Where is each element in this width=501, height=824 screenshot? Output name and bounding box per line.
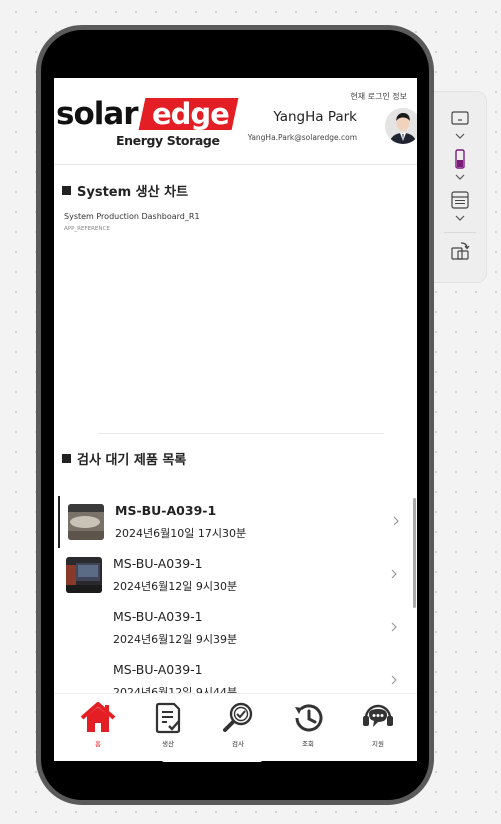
chevron-right-icon [391, 569, 397, 579]
magnifier-check-icon [223, 702, 253, 732]
nav-item-support[interactable]: 지원 [350, 702, 406, 754]
product-datetime: 2024년6월10일 17시30분 [115, 527, 247, 540]
chevron-down-icon[interactable] [454, 214, 466, 222]
nav-item-inspection[interactable]: 검사 [210, 702, 266, 754]
product-id: MS-BU-A039-1 [113, 556, 203, 571]
product-id: MS-BU-A039-1 [113, 609, 203, 624]
dashboard-title: System Production Dashboard_R1 [64, 212, 200, 221]
phone-frame: solar edge Energy Storage 현재 로그인 정보 Yang… [36, 25, 434, 805]
home-icon [80, 702, 116, 732]
list-item[interactable]: MS-BU-A039-1 2024년6월12일 9시39분 [58, 602, 405, 654]
nav-label: 검사 [232, 740, 244, 748]
section-divider [98, 433, 384, 434]
product-id: MS-BU-A039-1 [113, 662, 203, 677]
layout-list-icon[interactable] [449, 189, 471, 211]
chart-section-title: System 생산 차트 [62, 181, 188, 200]
nav-item-production[interactable]: 생산 [140, 702, 196, 754]
list-item[interactable]: MS-BU-A039-1 2024년6월12일 9시30분 [58, 549, 405, 601]
chevron-right-icon [391, 675, 397, 685]
clipboard-check-icon [155, 702, 181, 734]
product-thumbnail [68, 504, 104, 540]
logo-word-solar: solar [56, 96, 139, 132]
product-datetime: 2024년6월12일 9시30분 [113, 580, 238, 593]
app-header: solar edge Energy Storage 현재 로그인 정보 Yang… [54, 78, 417, 165]
nav-item-home[interactable]: 홈 [70, 702, 126, 754]
list-section-title: 검사 대기 제품 목록 [62, 449, 186, 468]
rotate-device-icon[interactable] [449, 240, 471, 262]
app-screen: solar edge Energy Storage 현재 로그인 정보 Yang… [54, 78, 417, 761]
product-datetime: 2024년6월12일 9시39분 [113, 633, 238, 646]
list-item[interactable]: MS-BU-A039-1 2024년6월10일 17시30분 [58, 496, 407, 548]
nav-label: 지원 [372, 740, 384, 748]
logo-word-edge: edge [138, 97, 239, 131]
tablet-landscape-icon[interactable] [449, 107, 471, 129]
nav-label: 조회 [302, 740, 314, 748]
toolbar-separator [444, 232, 476, 233]
user-name: YangHa Park [273, 109, 357, 125]
chevron-right-icon [393, 516, 399, 526]
dashboard-reference: APP_REFERENCE [64, 226, 110, 232]
avatar[interactable] [385, 108, 417, 144]
history-icon [295, 704, 323, 732]
bottom-navigation: 홈 생산 검사 조회 지원 [54, 693, 417, 761]
nav-label: 홈 [95, 740, 101, 748]
chevron-right-icon [391, 622, 397, 632]
list-scrollbar[interactable] [413, 498, 416, 608]
login-info-label: 현재 로그인 정보 [350, 92, 407, 101]
home-indicator[interactable] [162, 758, 262, 762]
support-chat-icon [363, 704, 393, 727]
product-thumbnail [66, 557, 102, 593]
device-side-toolbar [434, 91, 487, 283]
chevron-down-icon[interactable] [454, 173, 466, 181]
chevron-down-icon[interactable] [454, 132, 466, 140]
nav-label: 생산 [162, 740, 174, 748]
solaredge-logo: solar edge Energy Storage [56, 96, 239, 152]
logo-subtitle: Energy Storage [116, 133, 220, 148]
nav-item-history[interactable]: 조회 [280, 702, 336, 754]
phone-portrait-icon[interactable] [449, 148, 471, 170]
product-id: MS-BU-A039-1 [115, 503, 217, 518]
user-email: YangHa.Park@solaredge.com [247, 133, 357, 142]
